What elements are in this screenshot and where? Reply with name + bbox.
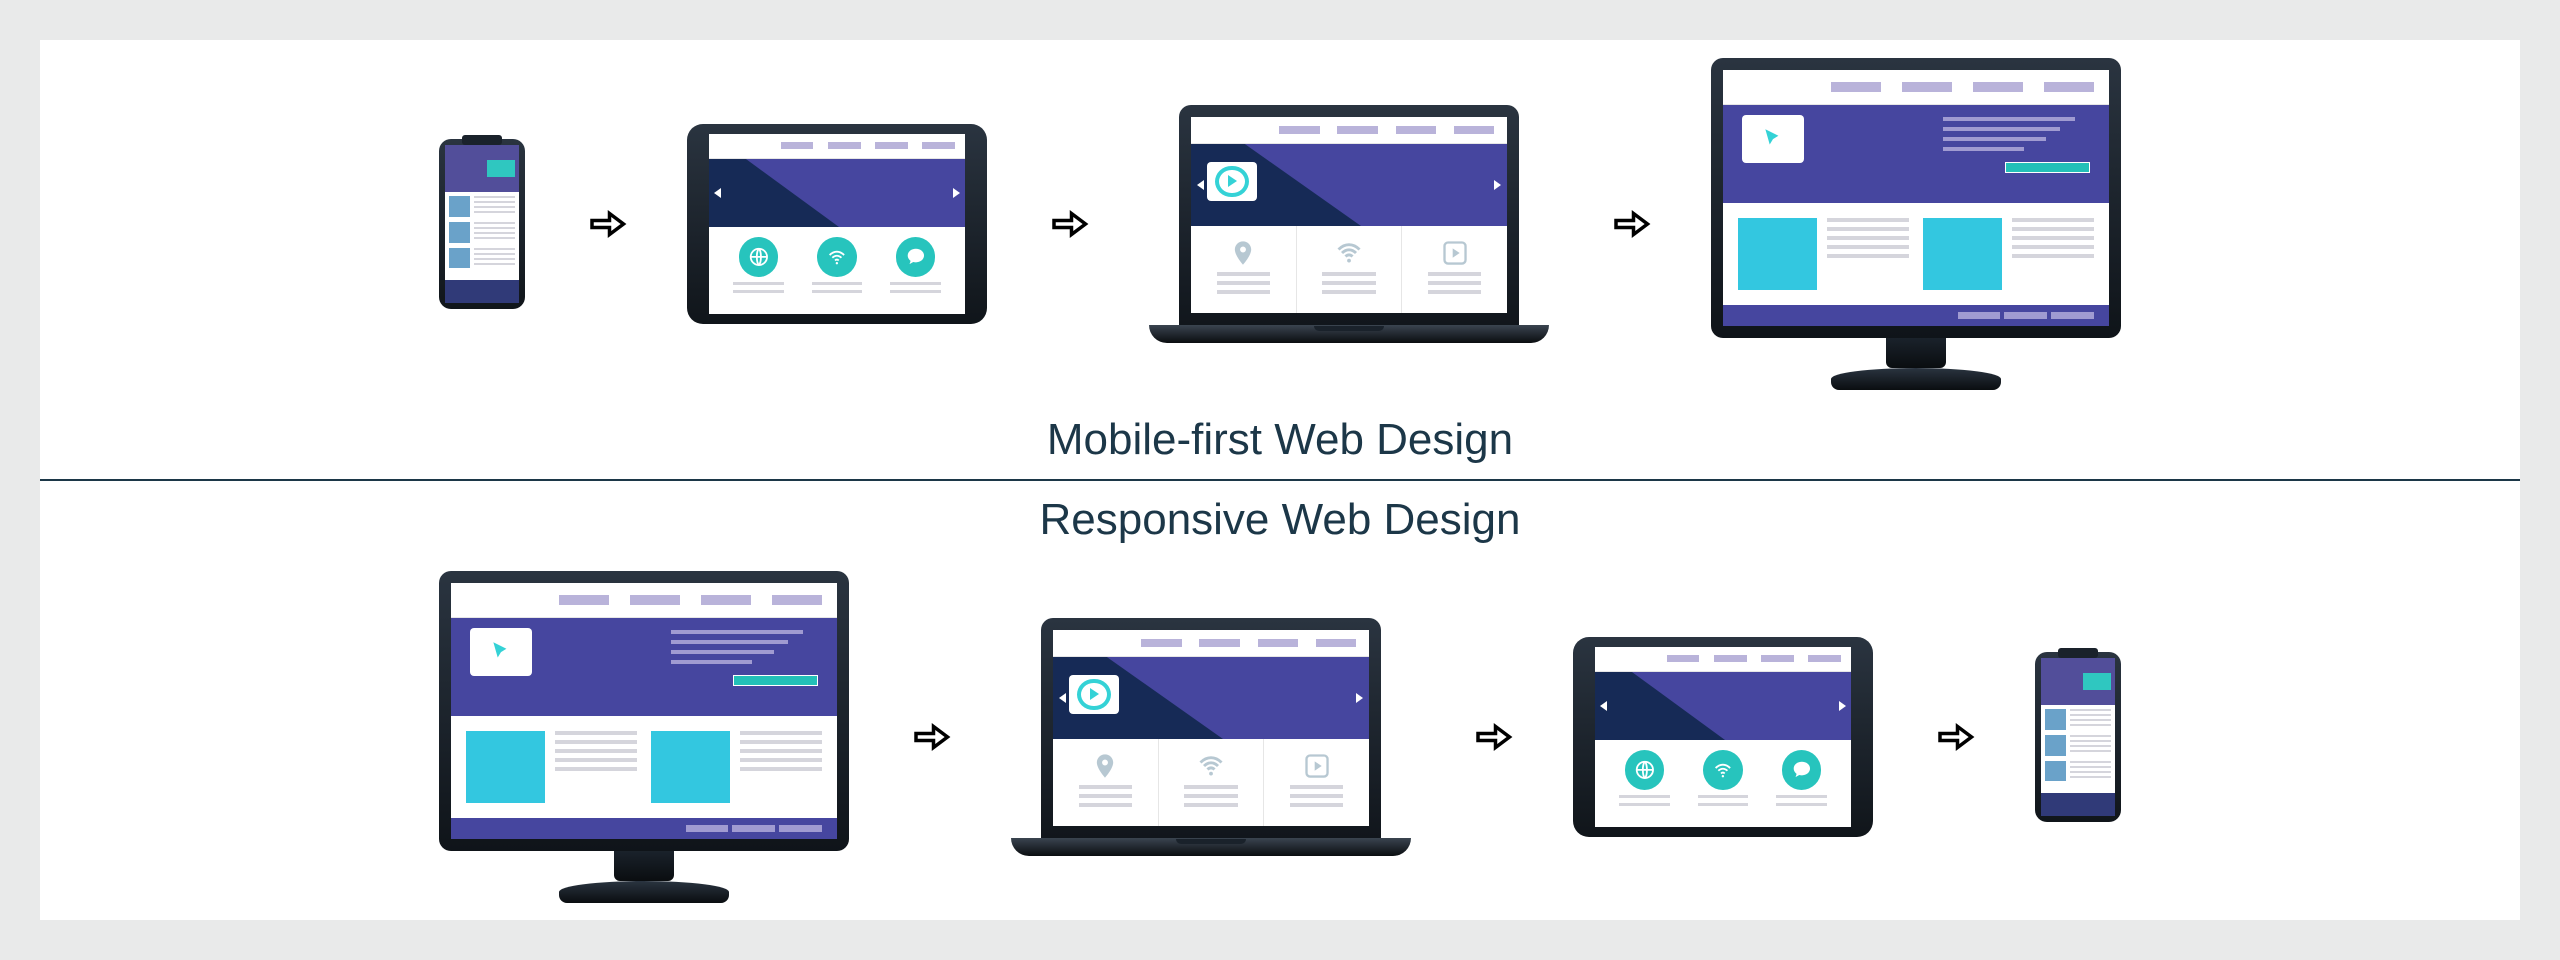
monitor-base <box>559 881 729 903</box>
wifi-icon <box>1335 239 1363 267</box>
globe-icon <box>739 237 779 277</box>
monitor-frame <box>1711 58 2121 338</box>
laptop-screen <box>1191 117 1507 313</box>
play-badge-icon <box>1207 162 1258 201</box>
laptop-device <box>1149 105 1549 343</box>
labels-block: Mobile-first Web Design Responsive Web D… <box>40 407 2520 553</box>
phone-notch <box>462 135 502 145</box>
laptop-lid <box>1179 105 1519 325</box>
arrow-right-icon <box>1933 716 1975 758</box>
pin-icon <box>1229 239 1257 267</box>
monitor-neck <box>1886 338 1946 368</box>
label-mobile-first: Mobile-first Web Design <box>1047 407 1513 479</box>
monitor-base <box>1831 368 2001 390</box>
responsive-row <box>40 553 2520 920</box>
tablet-screen <box>1595 647 1851 827</box>
monitor-frame <box>439 571 849 851</box>
pin-icon <box>1091 752 1119 780</box>
play-badge-icon <box>1069 675 1120 714</box>
laptop-device <box>1011 618 1411 856</box>
desktop-device <box>439 571 849 903</box>
monitor-screen <box>1723 70 2109 326</box>
tablet-frame <box>687 124 987 324</box>
desktop-device <box>1711 58 2121 390</box>
monitor-neck <box>614 851 674 881</box>
chat-icon <box>896 237 936 277</box>
phone-notch <box>2058 648 2098 658</box>
phone-device <box>2035 652 2121 822</box>
laptop-base <box>1011 838 1411 856</box>
arrow-right-icon <box>1047 203 1089 245</box>
arrow-right-icon <box>585 203 627 245</box>
label-responsive: Responsive Web Design <box>1040 481 1521 553</box>
monitor-screen <box>451 583 837 839</box>
tablet-frame <box>1573 637 1873 837</box>
mobile-first-row <box>40 40 2520 407</box>
phone-hero <box>445 145 519 192</box>
phone-frame <box>439 139 525 309</box>
tablet-device <box>687 124 987 324</box>
globe-icon <box>1625 750 1665 790</box>
arrow-right-icon <box>1609 203 1651 245</box>
play-icon <box>1303 752 1331 780</box>
phone-screen <box>445 145 519 303</box>
phone-device <box>439 139 525 309</box>
play-icon <box>1441 239 1469 267</box>
wifi-icon <box>1197 752 1225 780</box>
phone-hero <box>2041 658 2115 705</box>
arrow-right-icon <box>909 716 951 758</box>
wifi-icon <box>817 237 857 277</box>
laptop-screen <box>1053 630 1369 826</box>
arrow-right-icon <box>1471 716 1513 758</box>
chat-icon <box>1782 750 1822 790</box>
phone-frame <box>2035 652 2121 822</box>
laptop-lid <box>1041 618 1381 838</box>
wifi-icon <box>1703 750 1743 790</box>
phone-screen <box>2041 658 2115 816</box>
tablet-device <box>1573 637 1873 837</box>
laptop-base <box>1149 325 1549 343</box>
cursor-badge-icon <box>470 628 532 676</box>
diagram-canvas: Mobile-first Web Design Responsive Web D… <box>40 40 2520 920</box>
tablet-screen <box>709 134 965 314</box>
cursor-badge-icon <box>1742 115 1804 163</box>
